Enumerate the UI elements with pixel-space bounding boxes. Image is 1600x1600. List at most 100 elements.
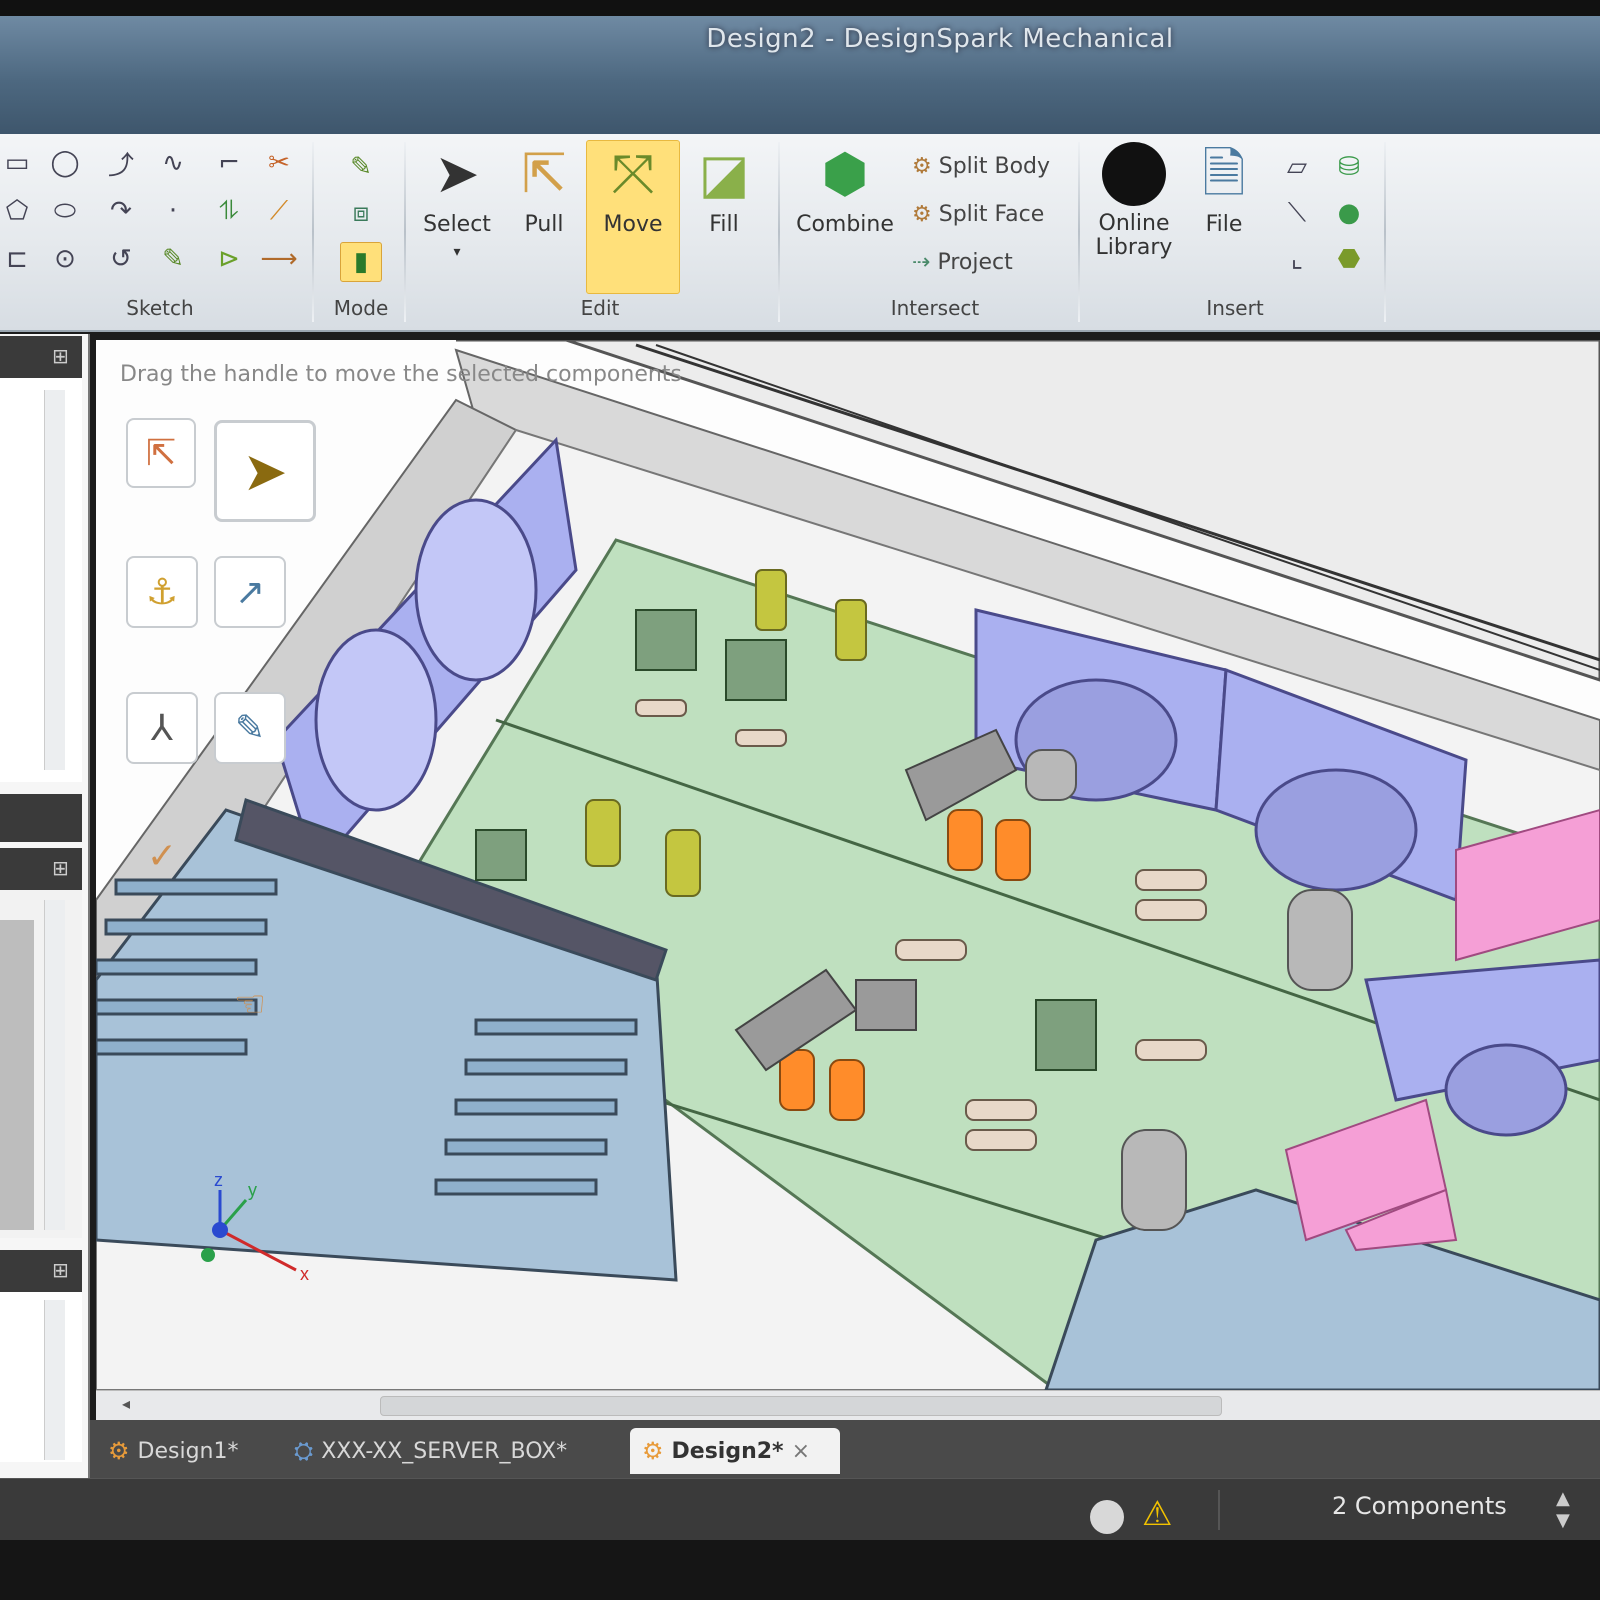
ellipse-icon[interactable]: ⬭ <box>48 194 82 228</box>
split-body-icon: ⚙ <box>912 154 932 179</box>
group-separator <box>1078 142 1080 322</box>
circle-icon[interactable]: ◯ <box>48 146 82 180</box>
tab-design2[interactable]: ⚙ Design2* × <box>630 1428 840 1474</box>
bend-icon[interactable]: ⟋ <box>262 194 296 228</box>
close-icon[interactable]: × <box>792 1439 810 1464</box>
select-component-icon: ⇱ <box>145 432 177 474</box>
fill-icon: ◪ <box>698 142 750 205</box>
combine-icon: ⬢ <box>821 142 869 205</box>
select-button[interactable]: ➤ Select ▾ <box>414 142 500 262</box>
ruler-tool[interactable]: ✎ <box>214 692 286 764</box>
check-icon: ✓ <box>146 835 178 877</box>
axis-label-y: y <box>248 1180 257 1200</box>
split-body-button[interactable]: ⚙ Split Body <box>912 154 1072 179</box>
tangent-arc-icon[interactable]: ↷ <box>104 194 138 228</box>
sweep-arc-icon[interactable]: ↺ <box>104 242 138 276</box>
3d-viewport[interactable]: z y x <box>96 340 1600 1390</box>
group-separator <box>404 142 406 322</box>
move-direction-tool[interactable]: ↗ <box>214 556 286 628</box>
move-triad-tool[interactable]: ⅄ <box>126 692 198 764</box>
sketch-tools: ▭ ◯ ⤴ ∿ ⌐ ✂ ⬠ ⬭ ↷ · ⥮ ⟋ ⊏ ⊙ ↺ ✎ ⊳ ⟶ <box>0 146 300 286</box>
status-separator <box>1218 1490 1220 1530</box>
slot-icon[interactable]: ⊏ <box>0 242 34 276</box>
online-library-label: Online Library <box>1095 211 1173 260</box>
fill-button-label: Fill <box>709 212 739 237</box>
triad-icon: ⅄ <box>151 707 173 749</box>
corner-icon[interactable]: ⌐ <box>212 146 246 180</box>
pull-button[interactable]: ⇱ Pull <box>504 142 584 237</box>
bottom-strip <box>0 1540 1600 1600</box>
three-point-circle-icon[interactable]: ⊙ <box>48 242 82 276</box>
tab-label: Design1* <box>137 1438 239 1464</box>
group-label-sketch: Sketch <box>126 296 194 320</box>
tab-label: Design2* <box>671 1438 784 1464</box>
select-component-tool[interactable]: ⇱ <box>126 418 196 488</box>
offset-icon[interactable]: ⥮ <box>212 194 246 228</box>
pencil-icon[interactable]: ✎ <box>156 242 190 276</box>
origin-icon[interactable]: ⌞ <box>1280 242 1314 276</box>
project-to-sketch-icon[interactable]: ⊳ <box>212 242 246 276</box>
axis-label-z: z <box>214 1170 223 1190</box>
scroll-left-icon[interactable]: ◂ <box>122 1394 130 1413</box>
trim-icon[interactable]: ✂ <box>262 146 296 180</box>
online-library-button[interactable]: Online Library <box>1088 142 1180 260</box>
complete-tool[interactable]: ✓ <box>126 820 198 892</box>
spin-arrows-icon[interactable]: ▲ ▼ <box>1556 1488 1570 1532</box>
selection-panel-scrollbar[interactable] <box>44 900 65 1230</box>
select-tool[interactable]: ➤ <box>214 420 316 522</box>
move-hint-text: Drag the handle to move the selected com… <box>120 362 682 387</box>
exit-tool[interactable]: ☜ <box>214 968 286 1040</box>
split-face-label: Split Face <box>938 202 1045 227</box>
pin-icon[interactable]: ⊞ <box>52 344 69 368</box>
rectangle-icon[interactable]: ▭ <box>0 146 34 180</box>
group-label-insert: Insert <box>1206 296 1264 320</box>
select-button-label: Select <box>423 212 491 237</box>
properties-panel-header <box>0 1250 82 1292</box>
sketch-mode-icon[interactable]: ✎ <box>344 150 378 184</box>
plane-icon[interactable]: ▱ <box>1280 150 1314 184</box>
structure-panel-header <box>0 336 82 378</box>
extend-icon[interactable]: ⟶ <box>260 242 297 276</box>
anchor-tool[interactable]: ⚓ <box>126 556 198 628</box>
cursor-arrow-icon: ➤ <box>242 439 288 503</box>
split-face-button[interactable]: ⚙ Split Face <box>912 202 1072 227</box>
shell-icon[interactable]: ⬣ <box>1332 242 1366 276</box>
tab-server-box[interactable]: ⛭ XXX-XX_SERVER_BOX* <box>282 1428 616 1474</box>
group-separator <box>1384 142 1386 322</box>
move-button[interactable]: ⤧ Move <box>588 142 678 237</box>
3d-mode-icon[interactable]: ▮ <box>340 242 382 282</box>
arrow-diagonal-icon: ↗ <box>234 571 266 613</box>
project-button[interactable]: ⇢ Project <box>912 250 1072 275</box>
group-label-intersect: Intersect <box>890 296 980 320</box>
status-indicator-icon[interactable] <box>1090 1500 1124 1534</box>
section-mode-icon[interactable]: ⧈ <box>344 196 378 230</box>
top-strip <box>0 0 1600 16</box>
combine-button[interactable]: ⬢ Combine <box>790 142 900 237</box>
layers-panel-header <box>0 794 82 842</box>
tab-design1[interactable]: ⚙ Design1* <box>96 1428 280 1474</box>
fill-button[interactable]: ◪ Fill <box>682 142 766 237</box>
split-face-icon: ⚙ <box>912 202 932 227</box>
online-library-icon <box>1088 142 1180 212</box>
sphere-icon[interactable]: ● <box>1332 196 1366 230</box>
pcb-assembly-model[interactable]: z y x <box>96 340 1600 1390</box>
point-icon[interactable]: · <box>156 194 190 228</box>
arc-icon[interactable]: ⤴ <box>104 146 138 181</box>
warning-icon[interactable]: ⚠ <box>1142 1494 1172 1534</box>
polygon-icon[interactable]: ⬠ <box>0 194 34 228</box>
pin-icon[interactable]: ⊞ <box>52 1258 69 1282</box>
structure-panel-body <box>0 378 82 782</box>
scrollbar-thumb[interactable] <box>380 1396 1222 1416</box>
anchor-icon: ⚓ <box>145 571 179 613</box>
file-button[interactable]: 🗎 File <box>1184 142 1264 237</box>
spline-icon[interactable]: ∿ <box>156 146 190 180</box>
selected-components-count[interactable]: 2 Components <box>1332 1492 1507 1520</box>
cylinder-icon[interactable]: ⛁ <box>1332 150 1366 184</box>
group-label-mode: Mode <box>333 296 389 320</box>
properties-panel-scrollbar[interactable] <box>44 1300 65 1460</box>
axis-icon[interactable]: ⟍ <box>1280 196 1314 230</box>
structure-panel-scrollbar[interactable] <box>44 390 65 770</box>
design-icon: ⚙ <box>108 1437 130 1465</box>
pin-icon[interactable]: ⊞ <box>52 856 69 880</box>
chevron-down-icon: ▾ <box>453 244 461 260</box>
